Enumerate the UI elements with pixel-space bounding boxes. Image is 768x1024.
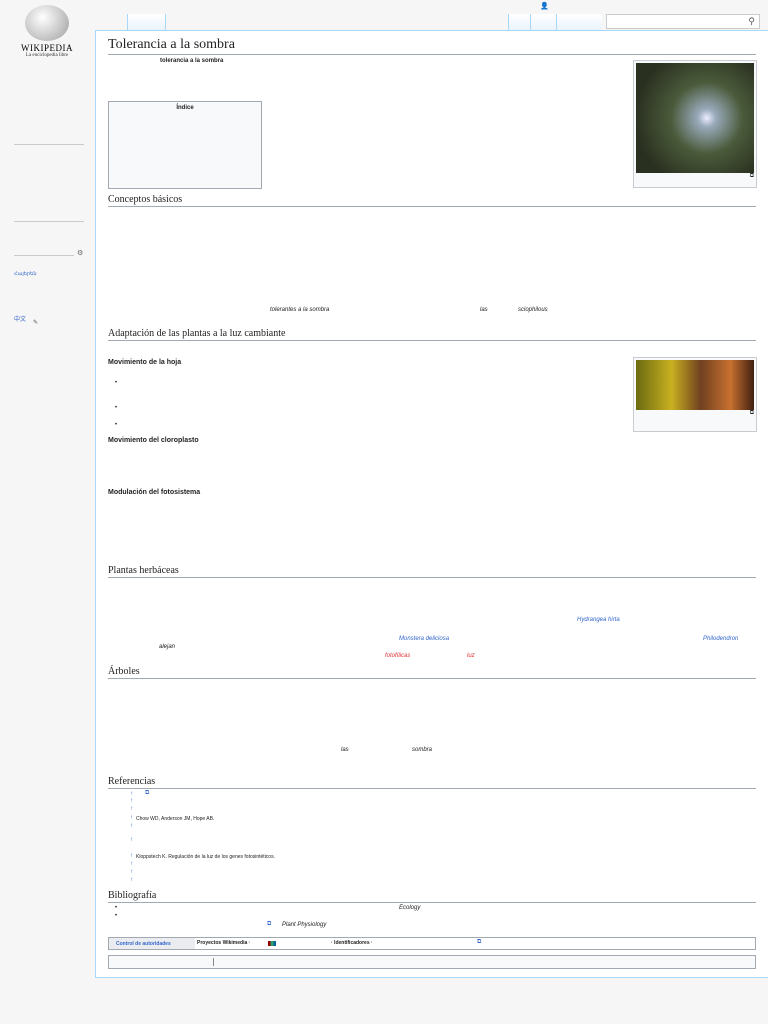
bullet: • [115, 913, 118, 919]
heading-arboles: Árboles [108, 666, 756, 679]
ref-backlink[interactable]: ↑ [130, 869, 133, 875]
text: sciophilous [518, 307, 548, 313]
tagline: La enciclopedia libre [25, 53, 69, 58]
text: tolerantes a la sombra [270, 307, 330, 313]
wikipedia-logo[interactable]: WIKIPEDIA La enciclopedia libre [14, 5, 80, 58]
ref-backlink[interactable]: ↑ [130, 877, 133, 883]
external-link-icon[interactable]: ⧉ [477, 939, 481, 946]
subheading: Movimiento del cloroplasto [108, 437, 199, 444]
heading-herbaceas: Plantas herbáceas [108, 565, 756, 578]
identifiers-label: · Identificadores · [331, 940, 373, 946]
external-link-icon[interactable]: ⧉ [145, 790, 149, 797]
bullet: • [115, 380, 118, 386]
heading-adaptacion: Adaptación de las plantas a la luz cambi… [108, 328, 756, 341]
red-link[interactable]: luz [467, 653, 475, 659]
categories-box [108, 955, 756, 969]
wordmark: WIKIPEDIA [21, 43, 73, 53]
ref-backlink[interactable]: ↑ [130, 837, 133, 843]
search-icon[interactable]: ⚲ [748, 16, 755, 27]
text: Ecology [399, 905, 421, 911]
sedum-image[interactable] [636, 360, 754, 410]
ref-backlink[interactable]: ↑ [130, 861, 133, 867]
tab-divider [165, 14, 166, 30]
ref-backlink[interactable]: ↑ [130, 823, 133, 829]
page-title: Tolerancia a la sombra [108, 37, 756, 55]
reference: Kloppstech K. Regulación de la luz de lo… [136, 854, 275, 860]
bullet: • [115, 905, 118, 911]
authority-control: Control de autoridades Proyectos Wikimed… [108, 937, 756, 950]
subheading: Movimiento de la hoja [108, 359, 182, 366]
reference: Chow WD, Anderson JM, Hope AB. [136, 816, 215, 822]
ref-backlink[interactable]: ↑ [130, 798, 133, 804]
tab-more[interactable] [556, 14, 602, 30]
thumbnail-sedum[interactable]: ⧉ [633, 357, 757, 432]
text: las [341, 747, 349, 753]
ref-backlink[interactable]: ↑ [130, 853, 133, 859]
tab-article[interactable] [127, 14, 165, 30]
tab-history[interactable] [530, 14, 556, 30]
thumbnail-tree[interactable]: ⧉ [633, 60, 757, 188]
heading-referencias: Referencias [108, 776, 756, 789]
gear-icon[interactable]: ⚙ [77, 249, 83, 257]
table-of-contents: Índice [108, 101, 262, 189]
subheading: Modulación del fotosistema [108, 489, 201, 496]
language-link[interactable]: 中文 [14, 314, 26, 323]
edit-pencil-icon[interactable]: ✎ [33, 319, 38, 326]
lead-bold: tolerancia a la sombra [160, 58, 224, 64]
bullet: • [115, 405, 118, 411]
link[interactable]: Philodendron [703, 636, 738, 642]
external-link-icon[interactable]: ⧉ [267, 921, 271, 928]
ref-backlink[interactable]: ↑ [130, 791, 133, 797]
authority-label[interactable]: Control de autoridades [109, 938, 195, 949]
tab-read[interactable] [508, 14, 530, 30]
globe-icon [25, 5, 69, 41]
ref-backlink[interactable]: ↑ [130, 806, 133, 812]
text: alejan [159, 644, 176, 650]
enlarge-icon[interactable]: ⧉ [636, 173, 754, 180]
text: las [480, 307, 488, 313]
heading-bibliografia: Bibliografía [108, 890, 756, 903]
ref-backlink[interactable]: ↑ [130, 815, 133, 821]
bullet: • [115, 422, 118, 428]
user-icon[interactable]: 👤 [540, 2, 549, 10]
sidebar-divider [14, 221, 84, 222]
link[interactable]: Monstera deliciosa [399, 636, 449, 642]
category-divider [213, 958, 214, 966]
language-link[interactable]: Հայերեն [14, 271, 36, 277]
text: sombra [412, 747, 433, 753]
toc-title: Índice [176, 105, 194, 111]
red-link[interactable]: fotofílicas [385, 653, 410, 659]
enlarge-icon[interactable]: ⧉ [636, 410, 754, 417]
text: Plant Physiology [282, 922, 327, 928]
content: Tolerancia a la sombra tolerancia a la s… [95, 30, 768, 978]
heading-conceptos: Conceptos básicos [108, 194, 756, 207]
wikidata-icon[interactable] [268, 941, 276, 946]
sidebar-divider [14, 255, 74, 256]
sidebar-divider [14, 144, 84, 145]
projects-label: Proyectos Wikimedia · [197, 940, 251, 946]
search-input[interactable]: ⚲ [606, 14, 760, 29]
tree-image[interactable] [636, 63, 754, 173]
link[interactable]: Hydrangea hirta [577, 617, 620, 623]
